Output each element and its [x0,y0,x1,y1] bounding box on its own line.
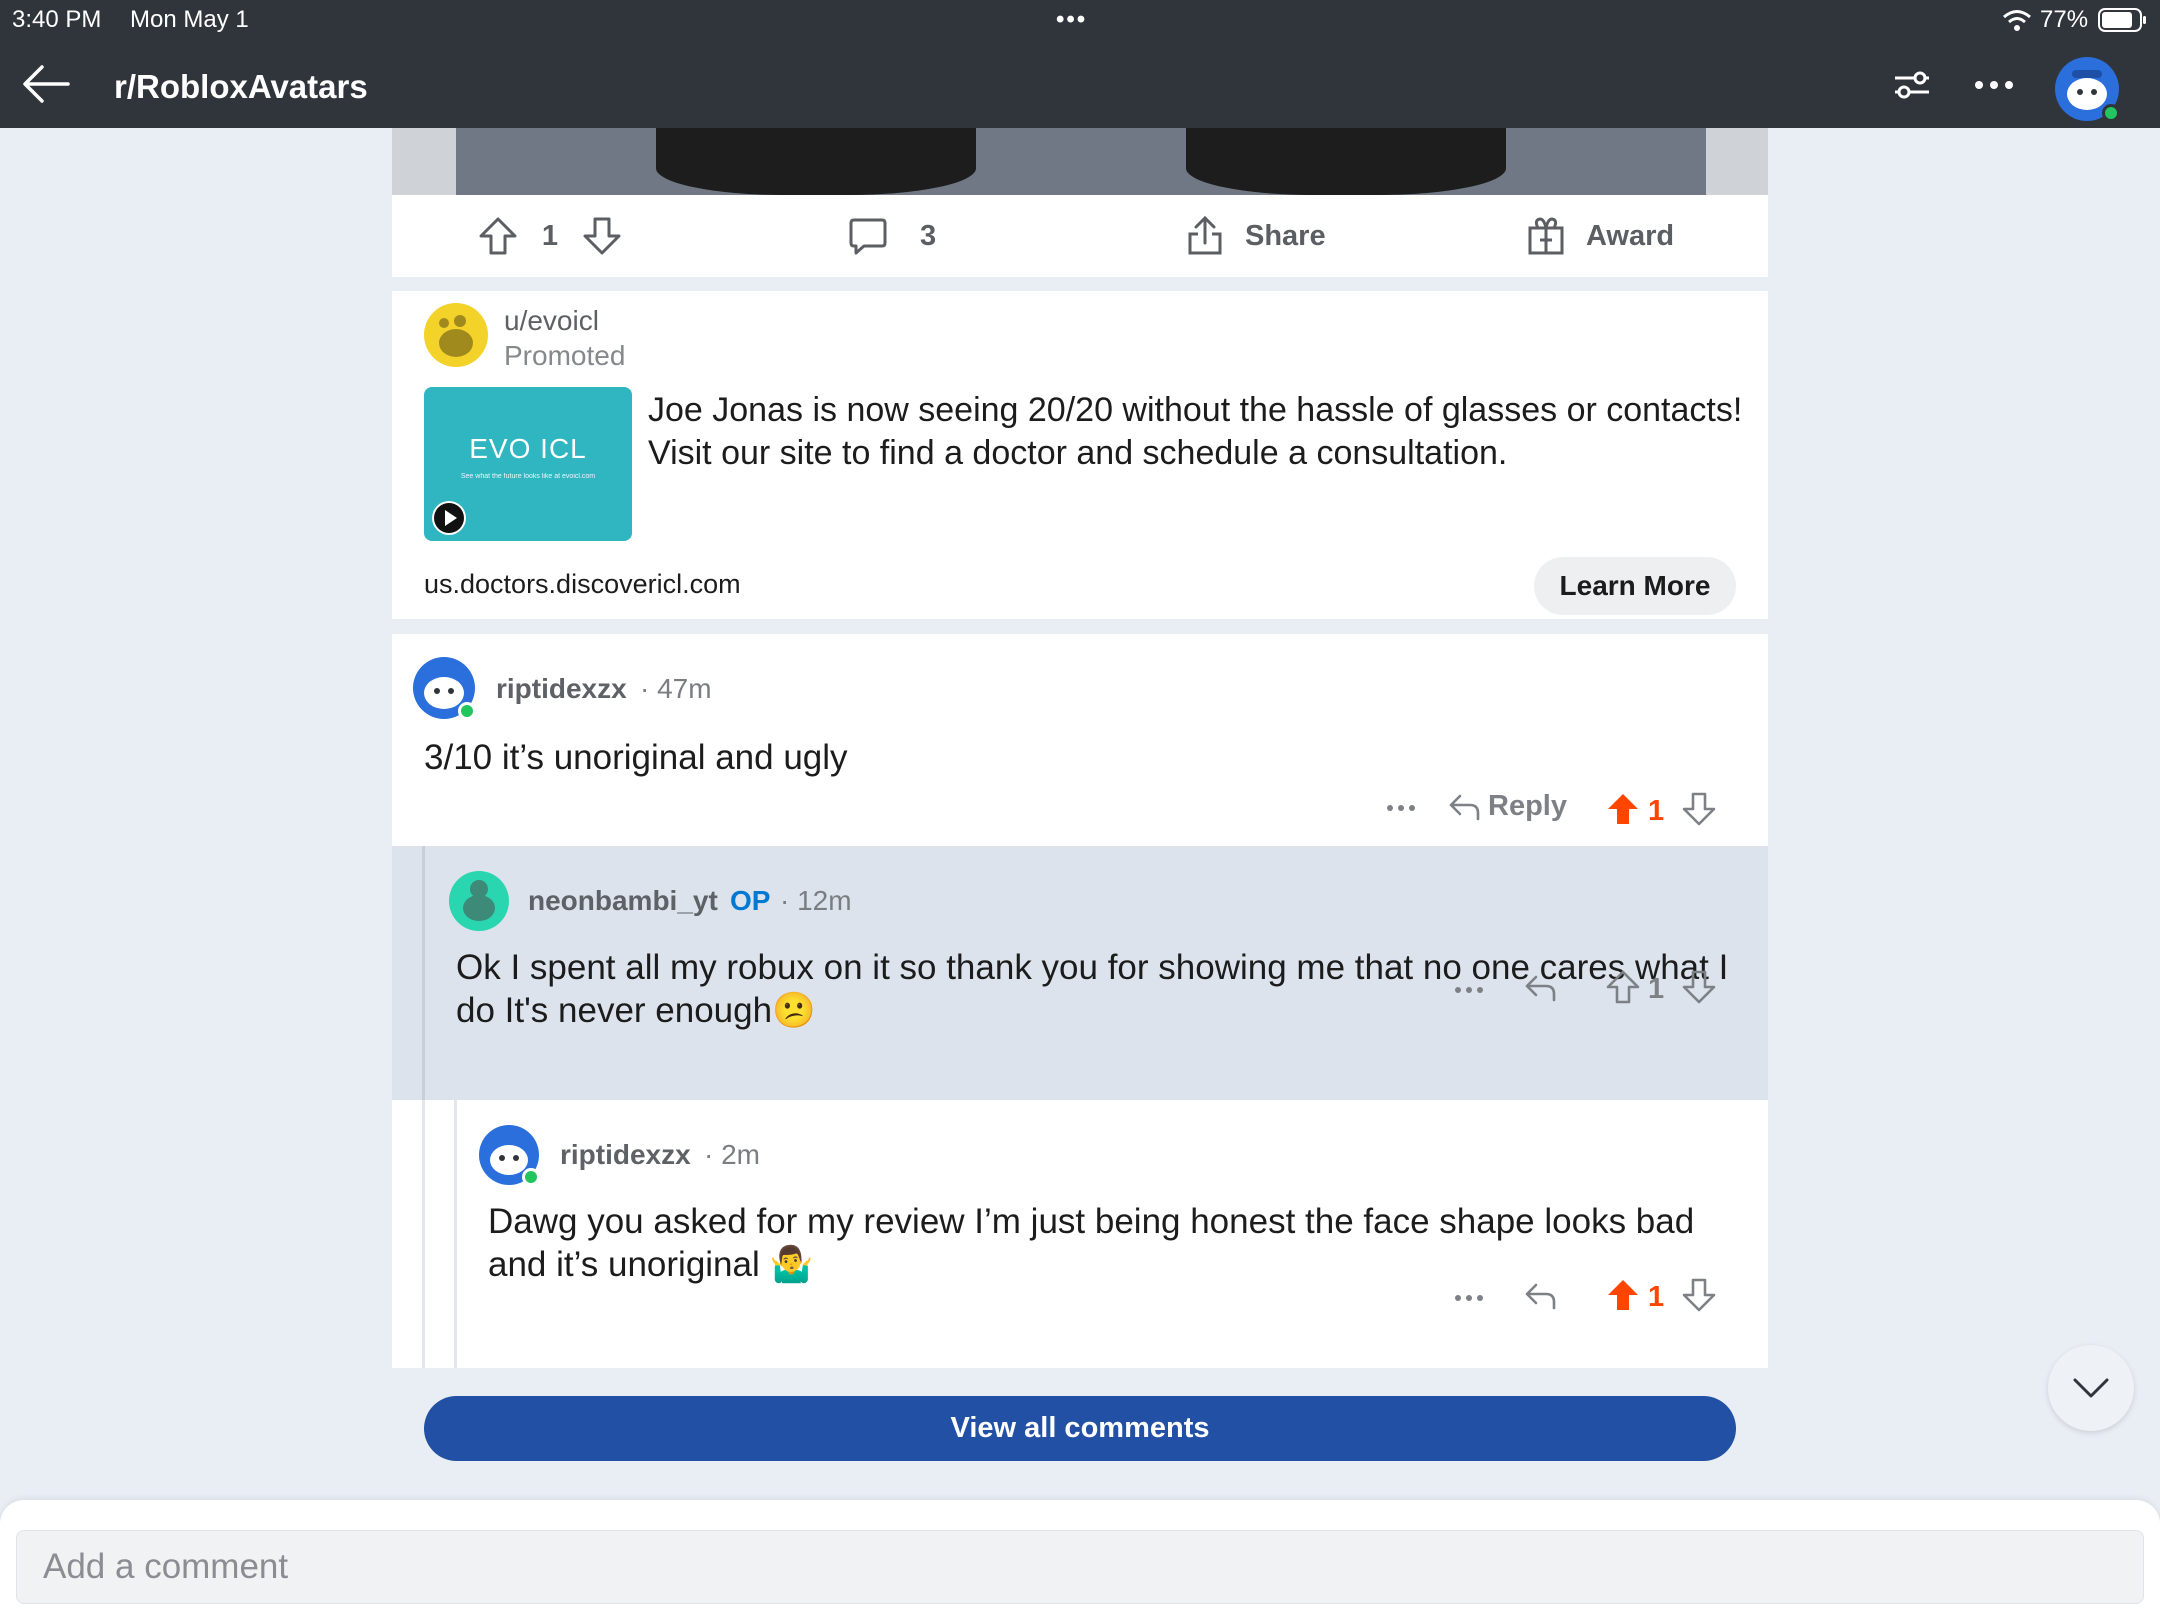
post-detail: 1 3 Share Award u/evoicl Promoted EVO IC… [392,128,1768,1368]
upvote-icon[interactable] [478,216,518,256]
reply-icon[interactable] [1524,1282,1556,1310]
post-vote-count: 1 [541,219,559,252]
downvote-icon[interactable] [1682,792,1716,826]
comment-more-icon[interactable] [1454,986,1484,994]
ad-username[interactable]: u/evoicl [504,305,599,337]
ad-thumb-logo: EVO ICL [469,433,587,464]
comment-thread: riptidexzx · 47m 3/10 it’s unoriginal an… [392,634,1768,1368]
scroll-down-button[interactable] [2048,1345,2134,1431]
reply-button[interactable]: Reply [1448,790,1567,823]
comment-time: · 2m [704,1139,761,1170]
filter-icon[interactable] [1893,70,1931,100]
award-icon [1526,216,1566,256]
upvote-icon[interactable] [1606,1278,1640,1312]
subreddit-title[interactable]: r/RobloxAvatars [114,68,368,106]
award-label: Award [1586,219,1675,252]
status-date: Mon May 1 [130,6,249,33]
status-time: 3:40 PM [12,6,102,33]
battery-percent: 77% [2040,6,2089,33]
comment-time: · 47m [640,673,712,704]
comment-time-value: 2m [721,1139,761,1170]
upvote-icon[interactable] [1606,970,1640,1004]
comment-vote-count: 1 [1648,1281,1665,1313]
promoted-ad: u/evoicl Promoted EVO ICL See what the f… [392,291,1768,619]
comment-2: neonbambi_yt OP · 12m Ok I spent all my … [392,846,1768,1100]
share-icon [1185,215,1225,256]
comment-text: 3/10 it’s unoriginal and ugly [424,738,848,777]
comment-1: riptidexzx · 47m 3/10 it’s unoriginal an… [392,634,1768,846]
comment-composer [0,1500,2160,1620]
comment-text: Dawg you asked for my review I’m just be… [488,1202,1695,1284]
app-header: r/RobloxAvatars [0,40,2160,128]
downvote-icon[interactable] [582,216,622,256]
thread-line [454,1100,457,1368]
learn-more-button[interactable]: Learn More [1534,557,1736,615]
thread-line [422,1100,425,1368]
comment-vote-count: 1 [1648,795,1665,827]
ad-thumb-tagline: See what the future looks like at evoicl… [460,473,596,480]
view-all-comments-button[interactable]: View all comments [424,1396,1736,1461]
award-button[interactable]: Award [1526,195,1674,277]
comment-avatar[interactable] [478,1124,540,1186]
comment-more-icon[interactable] [1454,1294,1484,1302]
post-comment-count: 3 [920,219,937,252]
ad-avatar[interactable] [424,303,488,367]
avatar-icon[interactable] [2054,56,2120,122]
comment-icon [848,216,888,256]
reply-label: Reply [1488,790,1567,822]
comments-button[interactable]: 3 [848,195,936,277]
post-image[interactable] [392,128,1768,195]
comment-time: · 12m [780,885,852,916]
ad-video-thumbnail[interactable]: EVO ICL See what the future looks like a… [424,387,632,541]
ad-domain[interactable]: us.doctors.discovericl.com [424,569,741,600]
share-label: Share [1245,219,1326,252]
back-arrow-icon[interactable] [22,64,70,104]
comment-3: riptidexzx · 2m Dawg you asked for my re… [392,1100,1768,1368]
ad-text[interactable]: Joe Jonas is now seeing 20/20 without th… [648,389,1748,475]
downvote-icon[interactable] [1682,970,1716,1004]
comment-vote-count: 1 [1648,973,1665,1005]
op-badge: OP [730,885,771,916]
reply-icon[interactable] [1524,974,1556,1002]
comment-more-icon[interactable] [1386,804,1416,812]
status-bar: 3:40 PM Mon May 1 ••• 77% [0,0,2160,40]
thread-line [422,846,425,1100]
multitask-dots[interactable]: ••• [1056,6,1087,34]
post-action-bar: 1 3 Share Award [392,195,1768,277]
battery-icon [2098,8,2148,32]
upvote-icon[interactable] [1606,792,1640,826]
comment-time-value: 47m [657,673,712,704]
reply-icon [1448,793,1480,821]
comment-username[interactable]: riptidexzx [560,1139,691,1171]
downvote-icon[interactable] [1682,1278,1716,1312]
play-icon[interactable] [432,501,466,535]
add-comment-input[interactable] [16,1530,2144,1604]
comment-avatar[interactable] [448,870,510,932]
comment-time-value: 12m [797,885,852,916]
more-icon[interactable] [1974,80,2014,90]
chevron-down-icon [2073,1377,2109,1399]
comment-username[interactable]: riptidexzx [496,673,627,705]
share-button[interactable]: Share [1185,195,1326,277]
comment-username[interactable]: neonbambi_yt [528,885,718,917]
wifi-icon [2002,8,2032,32]
promoted-label: Promoted [504,340,626,371]
comment-avatar[interactable] [412,656,476,720]
